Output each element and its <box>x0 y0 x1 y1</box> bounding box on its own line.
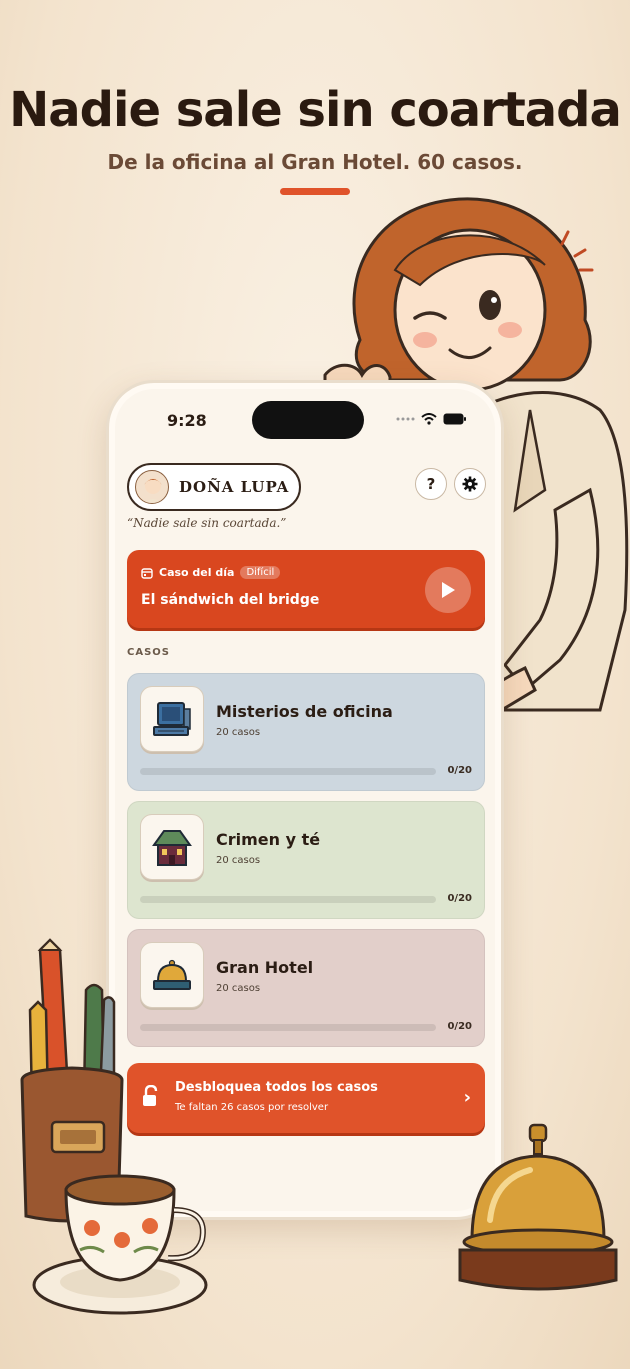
brand-name: DOÑA LUPA <box>179 478 290 496</box>
play-icon <box>442 582 455 598</box>
wifi-icon <box>421 413 437 425</box>
daily-case-card[interactable]: Caso del día Difícil El sándwich del bri… <box>127 550 485 628</box>
case-progress-label: 0/20 <box>447 765 472 776</box>
unlock-title: Desbloquea todos los casos <box>175 1080 378 1095</box>
unlock-subtitle: Te faltan 26 casos por resolver <box>175 1102 329 1113</box>
case-icon-box <box>140 686 204 752</box>
computer-icon <box>153 702 191 736</box>
calendar-icon <box>141 567 153 579</box>
case-title: Crimen y té <box>216 830 321 849</box>
case-card-hotel[interactable]: Gran Hotel 20 casos 0/20 <box>127 929 485 1047</box>
status-time: 9:28 <box>167 411 207 430</box>
case-progress-track <box>140 768 436 775</box>
gear-icon <box>462 476 478 492</box>
brand-pill[interactable]: DOÑA LUPA <box>127 463 301 511</box>
tagline: “Nadie sale sin coartada.” <box>127 516 287 530</box>
daily-label: Caso del día <box>159 566 235 579</box>
teacup-illustration <box>32 1174 208 1315</box>
case-count: 20 casos <box>216 727 261 738</box>
case-progress-label: 0/20 <box>447 1021 472 1032</box>
play-button[interactable] <box>425 567 471 613</box>
difficulty-badge: Difícil <box>240 566 281 579</box>
case-card-misterios[interactable]: Misterios de oficina 20 casos 0/20 <box>127 673 485 791</box>
case-title: Gran Hotel <box>216 958 314 977</box>
case-title: Misterios de oficina <box>216 702 393 721</box>
chevron-right-icon: › <box>463 1087 471 1108</box>
case-icon-box <box>140 814 204 880</box>
unlock-icon <box>143 1085 158 1106</box>
case-icon-box <box>140 942 204 1008</box>
case-count: 20 casos <box>216 983 261 994</box>
case-progress-label: 0/20 <box>447 893 472 904</box>
dynamic-island <box>252 401 364 439</box>
help-button[interactable]: ? <box>415 468 447 500</box>
service-bell-illustration <box>458 1123 618 1291</box>
daily-title: El sándwich del bridge <box>141 592 320 608</box>
subheadline: De la oficina al Gran Hotel. 60 casos. <box>107 150 523 174</box>
signal-icon <box>396 417 415 421</box>
settings-button[interactable] <box>454 468 486 500</box>
section-label: CASOS <box>127 647 170 658</box>
unlock-all-button[interactable]: Desbloquea todos los casos Te faltan 26 … <box>127 1063 485 1133</box>
case-progress-track <box>140 1024 436 1031</box>
detective-avatar <box>135 470 169 504</box>
battery-icon <box>443 413 466 425</box>
bell-icon <box>153 959 191 990</box>
case-progress-track <box>140 896 436 903</box>
case-card-crimen[interactable]: Crimen y té 20 casos 0/20 <box>127 801 485 919</box>
phone-mockup: 9:28 DOÑA LUPA ? “Nadie sale sin coartad… <box>106 380 504 1220</box>
case-count: 20 casos <box>216 855 261 866</box>
headline: Nadie sale sin coartada <box>9 82 622 138</box>
status-icons <box>395 413 467 425</box>
house-icon <box>152 830 192 866</box>
